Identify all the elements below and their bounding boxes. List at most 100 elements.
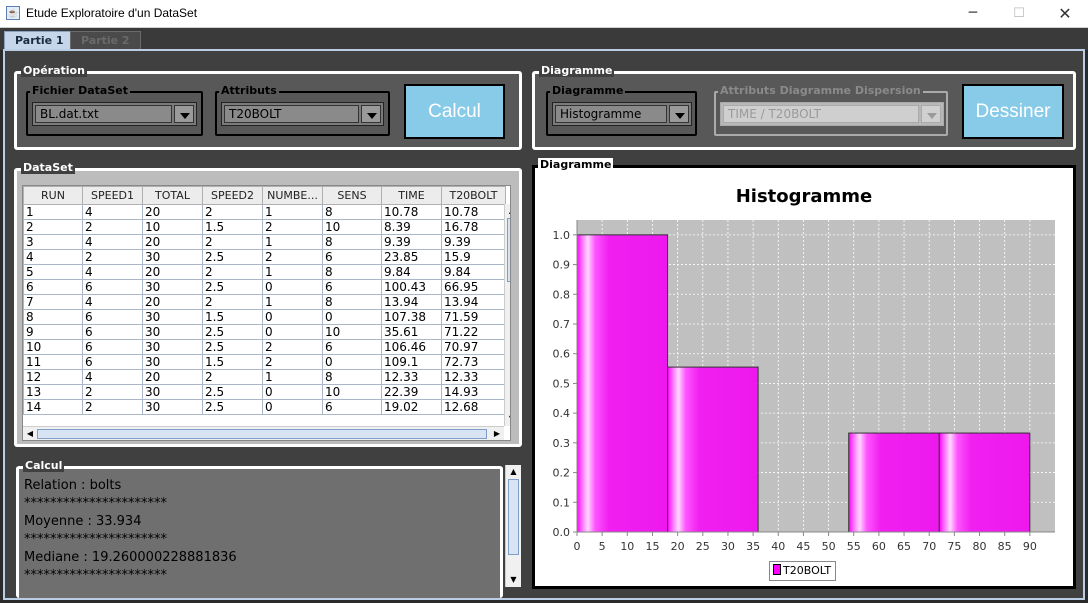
column-header[interactable]: SPEED2 (202, 186, 263, 205)
table-cell[interactable]: 20 (142, 204, 203, 220)
scatter-attr-select[interactable]: TIME / T20BOLT (720, 102, 944, 126)
table-cell[interactable]: 71.59 (441, 309, 506, 325)
tab-partie-2[interactable]: Partie 2 (70, 31, 141, 50)
table-cell[interactable]: 8 (322, 294, 382, 310)
table-cell[interactable]: 2 (82, 219, 143, 235)
table-cell[interactable]: 6 (82, 309, 143, 325)
table-cell[interactable]: 20 (142, 234, 203, 250)
table-row[interactable]: 3 4 20 2 1 8 9.39 9.39 (23, 234, 506, 250)
table-cell[interactable]: 1 (262, 369, 323, 385)
table-cell[interactable]: 30 (142, 309, 203, 325)
table-row[interactable]: 10 6 30 2.5 2 6 106.46 70.97 (23, 339, 506, 355)
dessiner-button[interactable]: Dessiner (962, 84, 1064, 139)
table-cell[interactable]: 4 (23, 249, 83, 265)
table-cell[interactable]: 2 (82, 399, 143, 415)
scrollbar-thumb[interactable] (508, 479, 519, 555)
table-row[interactable]: 1 4 20 2 1 8 10.78 10.78 (23, 204, 506, 220)
chevron-down-icon[interactable] (174, 105, 194, 123)
scroll-down-icon[interactable]: ▼ (506, 573, 521, 587)
table-row[interactable]: 7 4 20 2 1 8 13.94 13.94 (23, 294, 506, 310)
table-cell[interactable]: 9.39 (441, 234, 506, 250)
table-cell[interactable]: 2 (202, 294, 263, 310)
table-cell[interactable]: 10 (322, 219, 382, 235)
table-cell[interactable]: 16.78 (441, 219, 506, 235)
table-cell[interactable]: 9.84 (441, 264, 506, 280)
column-header[interactable]: TIME (381, 186, 442, 205)
table-cell[interactable]: 2.5 (202, 384, 263, 400)
column-header[interactable]: NUMBE... (262, 186, 323, 205)
table-cell[interactable]: 0 (322, 309, 382, 325)
table-cell[interactable]: 71.22 (441, 324, 506, 340)
table-cell[interactable]: 10 (322, 384, 382, 400)
calcul-button[interactable]: Calcul (404, 84, 505, 139)
dataset-vertical-scrollbar[interactable]: ▲ ▼ (504, 204, 510, 426)
table-cell[interactable]: 20 (142, 294, 203, 310)
table-cell[interactable]: 1 (23, 204, 83, 220)
table-cell[interactable]: 2.5 (202, 339, 263, 355)
file-select[interactable]: BL.dat.txt (32, 102, 197, 126)
column-header[interactable]: RUN (23, 186, 83, 205)
table-cell[interactable]: 1 (262, 204, 323, 220)
minimize-button[interactable]: ─ (950, 0, 996, 28)
table-cell[interactable]: 13 (23, 384, 83, 400)
table-cell[interactable]: 4 (82, 294, 143, 310)
table-cell[interactable]: 30 (142, 384, 203, 400)
table-cell[interactable]: 10.78 (381, 204, 442, 220)
table-cell[interactable]: 0 (262, 279, 323, 295)
table-cell[interactable]: 2 (202, 204, 263, 220)
table-cell[interactable]: 2.5 (202, 324, 263, 340)
table-cell[interactable]: 2.5 (202, 249, 263, 265)
table-cell[interactable]: 35.61 (381, 324, 442, 340)
scroll-up-icon[interactable]: ▲ (506, 465, 521, 479)
table-cell[interactable]: 10 (322, 324, 382, 340)
table-cell[interactable]: 109.1 (381, 354, 442, 370)
table-cell[interactable]: 4 (82, 234, 143, 250)
table-cell[interactable]: 6 (23, 279, 83, 295)
table-cell[interactable]: 72.73 (441, 354, 506, 370)
table-cell[interactable]: 23.85 (381, 249, 442, 265)
table-cell[interactable]: 0 (262, 324, 323, 340)
table-cell[interactable]: 106.46 (381, 339, 442, 355)
table-cell[interactable]: 8 (322, 369, 382, 385)
chevron-down-icon[interactable] (921, 105, 941, 123)
table-cell[interactable]: 7 (23, 294, 83, 310)
table-cell[interactable]: 1 (262, 264, 323, 280)
table-cell[interactable]: 6 (322, 249, 382, 265)
table-row[interactable]: 4 2 30 2.5 2 6 23.85 15.9 (23, 249, 506, 265)
table-cell[interactable]: 0 (262, 384, 323, 400)
table-cell[interactable]: 8 (322, 204, 382, 220)
scroll-up-icon[interactable]: ▲ (505, 204, 510, 218)
scroll-left-icon[interactable]: ◀ (23, 427, 37, 440)
table-cell[interactable]: 0 (262, 399, 323, 415)
table-cell[interactable]: 2 (202, 264, 263, 280)
table-cell[interactable]: 12.33 (441, 369, 506, 385)
table-cell[interactable]: 6 (322, 399, 382, 415)
table-cell[interactable]: 66.95 (441, 279, 506, 295)
table-cell[interactable]: 6 (82, 279, 143, 295)
table-cell[interactable]: 2 (202, 234, 263, 250)
table-cell[interactable]: 1.5 (202, 309, 263, 325)
table-cell[interactable]: 107.38 (381, 309, 442, 325)
column-header[interactable]: T20BOLT (441, 186, 506, 205)
table-cell[interactable]: 2 (262, 339, 323, 355)
table-row[interactable]: 12 4 20 2 1 8 12.33 12.33 (23, 369, 506, 385)
table-cell[interactable]: 30 (142, 399, 203, 415)
table-cell[interactable]: 6 (82, 324, 143, 340)
scrollbar-thumb[interactable] (37, 429, 487, 439)
table-cell[interactable]: 2 (23, 219, 83, 235)
table-cell[interactable]: 2.5 (202, 399, 263, 415)
table-cell[interactable]: 14.93 (441, 384, 506, 400)
table-cell[interactable]: 5 (23, 264, 83, 280)
table-row[interactable]: 2 2 10 1.5 2 10 8.39 16.78 (23, 219, 506, 235)
table-cell[interactable]: 30 (142, 354, 203, 370)
table-cell[interactable]: 70.97 (441, 339, 506, 355)
table-cell[interactable]: 10 (23, 339, 83, 355)
table-cell[interactable]: 2 (82, 384, 143, 400)
table-cell[interactable]: 9.39 (381, 234, 442, 250)
table-cell[interactable]: 12.68 (441, 399, 506, 415)
table-cell[interactable]: 13.94 (441, 294, 506, 310)
table-cell[interactable]: 8 (322, 264, 382, 280)
table-cell[interactable]: 14 (23, 399, 83, 415)
table-cell[interactable]: 0 (322, 354, 382, 370)
table-cell[interactable]: 4 (82, 204, 143, 220)
